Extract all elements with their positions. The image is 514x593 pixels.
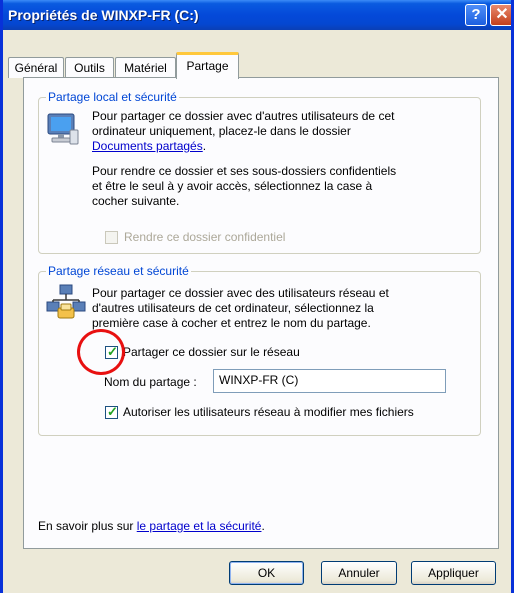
learn-more-text: En savoir plus sur le partage et la sécu… — [38, 519, 265, 534]
computer-icon — [47, 113, 79, 145]
private-desc-line3: cocher suivante. — [92, 194, 180, 208]
ok-button[interactable]: OK — [229, 561, 304, 585]
tab-partage[interactable]: Partage — [176, 52, 239, 79]
network-desc-line2: d'autres utilisateurs de cet ordinateur,… — [92, 301, 374, 315]
learn-more-suffix: . — [261, 519, 265, 533]
local-desc-line1: Pour partager ce dossier avec d'autres u… — [92, 109, 395, 123]
close-button[interactable]: ✕ — [490, 4, 511, 26]
window-title: Propriétés de WINXP-FR (C:) — [8, 7, 199, 23]
apply-button[interactable]: Appliquer — [411, 561, 496, 585]
share-name-input[interactable]: WINXP-FR (C) — [213, 369, 446, 393]
close-icon: ✕ — [495, 6, 509, 23]
share-name-label: Nom du partage : — [104, 375, 197, 389]
allow-modify-checkbox-label[interactable]: Autoriser les utilisateurs réseau à modi… — [123, 405, 414, 420]
tab-partage-label: Partage — [186, 59, 229, 73]
share-folder-checkbox-label[interactable]: Partager ce dossier sur le réseau — [123, 345, 300, 360]
network-sharing-title: Partage réseau et sécurité — [46, 264, 191, 278]
tab-materiel-label: Matériel — [124, 61, 167, 75]
local-desc-line2: ordinateur uniquement, placez-le dans le… — [92, 124, 351, 138]
tab-general-label: Général — [14, 61, 58, 75]
learn-more-prefix: En savoir plus sur — [38, 519, 137, 533]
checkmark-icon: ✓ — [107, 404, 118, 419]
tab-materiel[interactable]: Matériel — [115, 57, 176, 78]
private-desc-line2: et être le seul à y avoir accès, sélecti… — [92, 179, 373, 193]
tab-general[interactable]: Général — [8, 57, 64, 78]
sharing-security-link[interactable]: le partage et la sécurité — [137, 519, 262, 533]
local-desc-line3: Documents partagés. — [92, 139, 206, 154]
network-share-icon — [46, 284, 86, 319]
network-desc-line1: Pour partager ce dossier avec des utilis… — [92, 286, 389, 300]
private-desc-line1: Pour rendre ce dossier et ses sous-dossi… — [92, 164, 397, 178]
highlight-circle — [77, 329, 125, 375]
local-sharing-title: Partage local et sécurité — [46, 90, 179, 104]
tab-outils-label: Outils — [74, 61, 105, 75]
help-button[interactable]: ? — [465, 4, 487, 26]
tab-outils[interactable]: Outils — [65, 57, 114, 78]
local-link-suffix: . — [202, 139, 207, 153]
help-icon: ? — [471, 6, 481, 23]
allow-modify-checkbox[interactable]: ✓ — [105, 404, 118, 419]
title-bar[interactable]: Propriétés de WINXP-FR (C:) ? ✕ — [3, 0, 511, 30]
cancel-button[interactable]: Annuler — [321, 561, 397, 585]
network-desc-line3: première case à cocher et entrez le nom … — [92, 316, 371, 330]
properties-dialog: Propriétés de WINXP-FR (C:) ? ✕ Général … — [0, 0, 514, 593]
private-checkbox[interactable] — [105, 231, 118, 244]
private-checkbox-label[interactable]: Rendre ce dossier confidentiel — [124, 230, 285, 245]
shared-documents-link[interactable]: Documents partagés — [92, 139, 203, 153]
